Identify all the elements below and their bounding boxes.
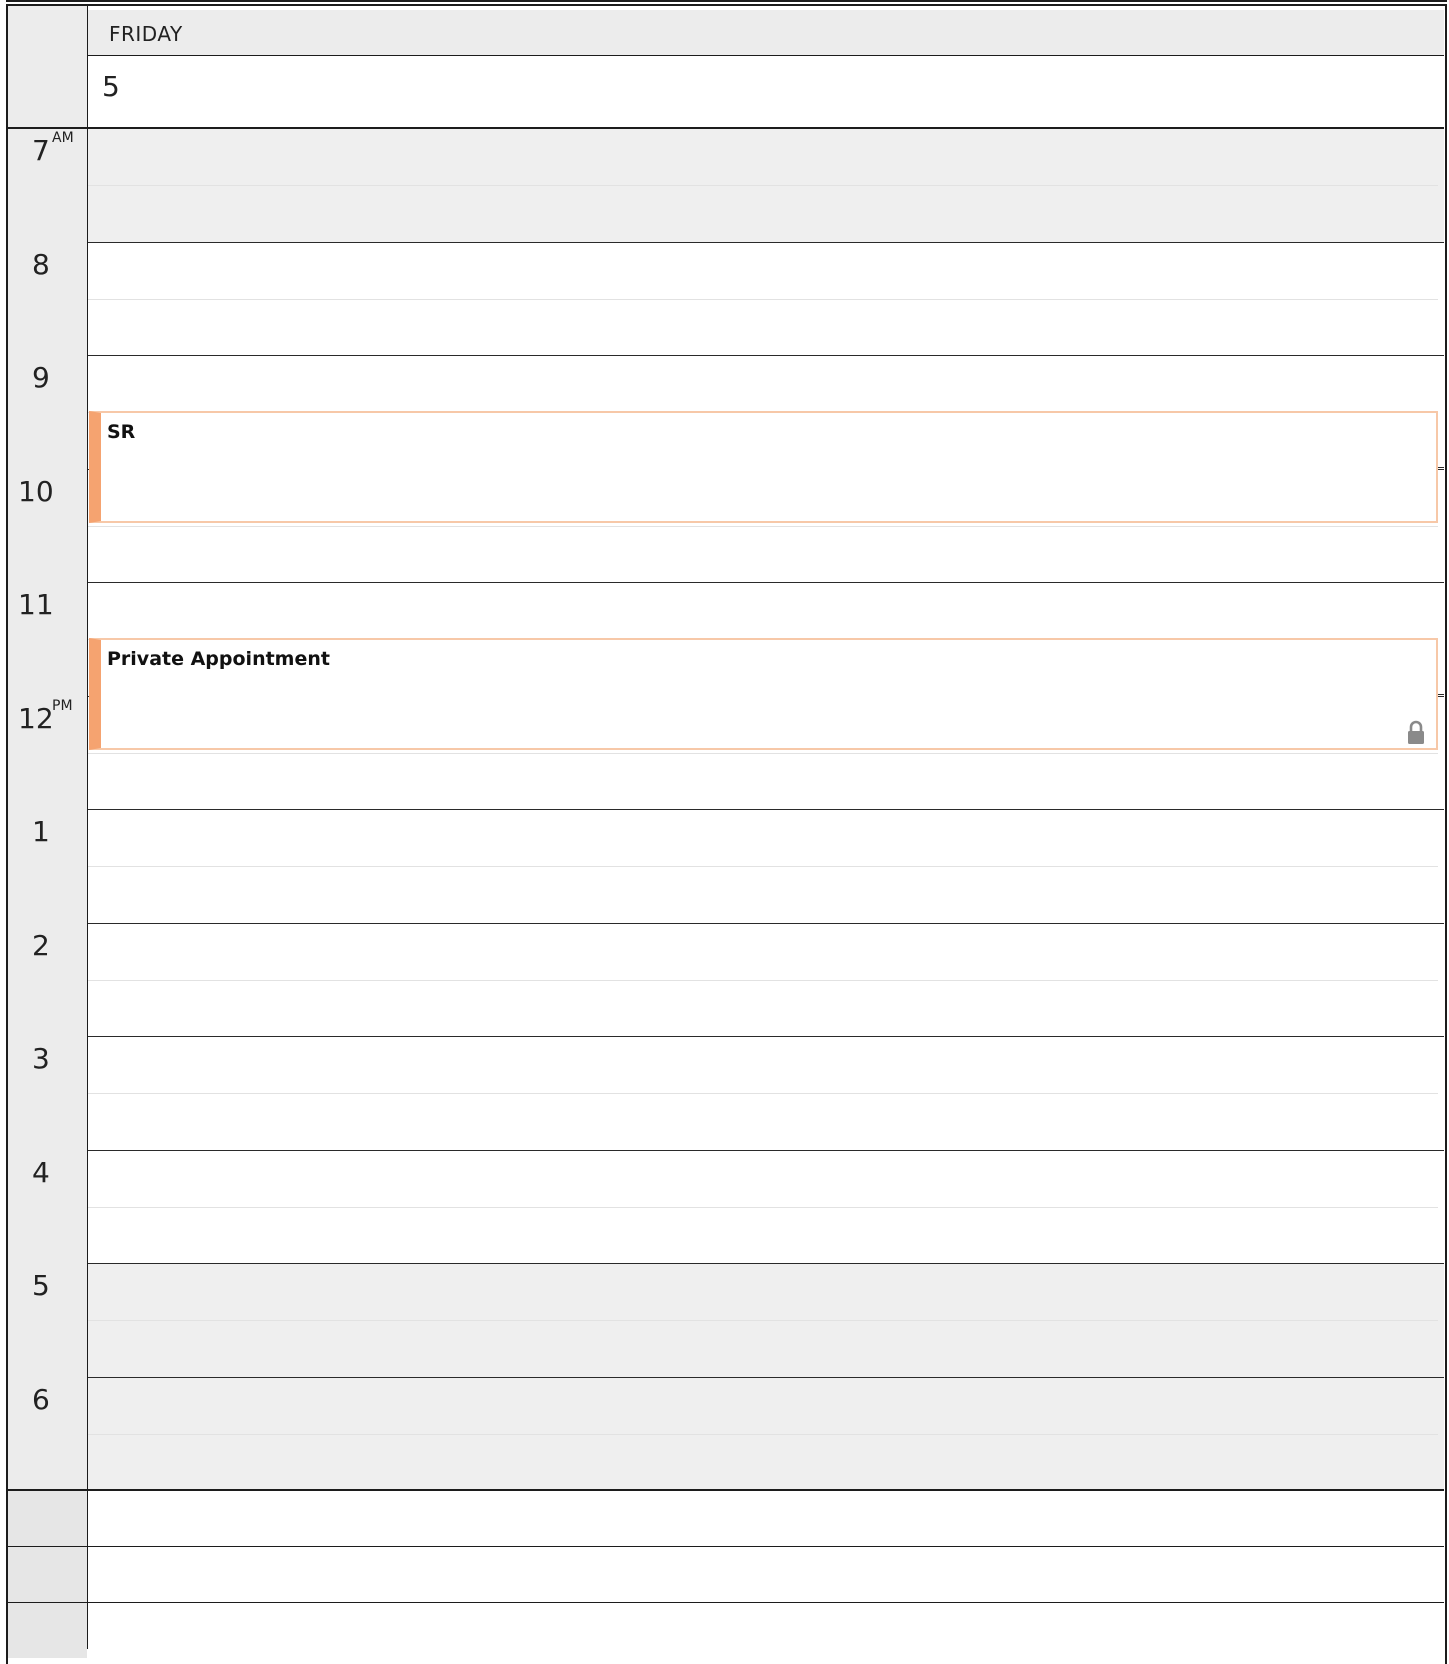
- half-hour-line: [88, 1093, 1438, 1094]
- half-hour-line: [88, 1434, 1438, 1435]
- day-name: FRIDAY: [109, 22, 183, 46]
- hour-number: 5: [32, 1269, 50, 1302]
- gutter-separator-bottom: [87, 1491, 88, 1649]
- hour-divider: [88, 923, 1444, 924]
- bottom-row-divider: [8, 1546, 1444, 1547]
- calendar-event-sr[interactable]: SR: [89, 411, 1438, 523]
- hour-divider: [88, 582, 1444, 583]
- half-hour-line: [88, 526, 1438, 527]
- hour-divider: [88, 1377, 1444, 1378]
- hour-divider: [88, 1263, 1444, 1264]
- hour-number: 3: [32, 1042, 50, 1075]
- hour-divider: [88, 242, 1444, 243]
- bottom-row[interactable]: [88, 1547, 1444, 1602]
- half-hour-line: [88, 980, 1438, 981]
- hour-number: 6: [32, 1383, 50, 1416]
- event-title: SR: [107, 421, 136, 443]
- event-tick: [1438, 467, 1444, 468]
- bottom-row[interactable]: [88, 1603, 1444, 1658]
- hour-number: 11: [18, 588, 54, 621]
- hour-number: 1: [32, 815, 50, 848]
- half-hour-line: [88, 185, 1438, 186]
- day-header[interactable]: FRIDAY: [88, 10, 1444, 56]
- hour-number: 7: [32, 134, 50, 167]
- event-tick: [1438, 694, 1444, 695]
- half-hour-line: [88, 1207, 1438, 1208]
- event-title: Private Appointment: [107, 648, 330, 670]
- time-gutter: [8, 6, 88, 1489]
- hour-number: 9: [32, 361, 50, 394]
- hour-divider: [88, 1036, 1444, 1037]
- hour-number: 8: [32, 248, 50, 281]
- hour-divider: [88, 1150, 1444, 1151]
- hour-number: 4: [32, 1156, 50, 1189]
- calendar-event-private-appointment[interactable]: Private Appointment: [89, 638, 1438, 750]
- header-divider: [8, 127, 1444, 129]
- hour-number: 2: [32, 929, 50, 962]
- bottom-row-divider: [8, 1602, 1444, 1603]
- bottom-row[interactable]: [88, 1491, 1444, 1546]
- half-hour-line: [88, 299, 1438, 300]
- date-header[interactable]: 5: [88, 56, 1444, 128]
- bottom-gutter-cell: [8, 1491, 87, 1546]
- half-hour-line: [88, 753, 1438, 754]
- half-hour-line: [88, 866, 1438, 867]
- half-hour-line: [88, 1320, 1438, 1321]
- date-number: 5: [102, 70, 120, 103]
- hour-number: 10: [18, 475, 54, 508]
- hour-number: 12: [18, 702, 54, 735]
- hour-divider: [88, 809, 1444, 810]
- hour-divider: [88, 355, 1444, 356]
- bottom-gutter-cell: [8, 1603, 87, 1658]
- bottom-gutter-cell: [8, 1547, 87, 1602]
- top-border: [6, 0, 1447, 2]
- hour-suffix: AM: [52, 130, 74, 146]
- lock-icon: [1408, 720, 1424, 744]
- hour-suffix: PM: [52, 698, 73, 714]
